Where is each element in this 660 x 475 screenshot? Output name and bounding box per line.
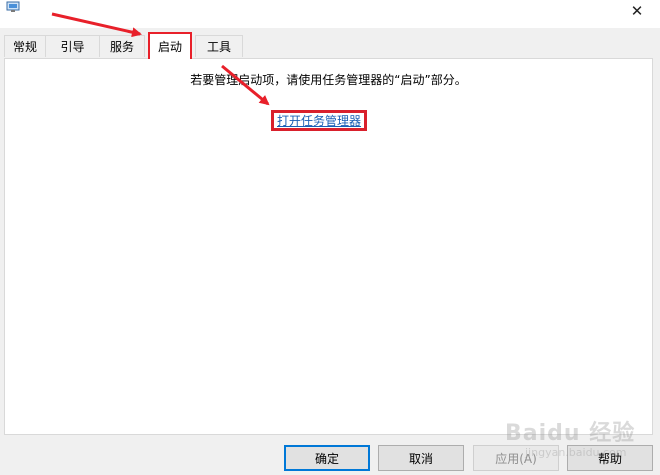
tab-label: 启动: [157, 40, 182, 54]
tab-label: 服务: [109, 40, 134, 54]
tab-services[interactable]: 服务: [99, 35, 145, 57]
title-bar: ✕: [0, 0, 660, 28]
tab-boot[interactable]: 引导: [45, 35, 100, 57]
tab-startup[interactable]: 启动: [148, 32, 192, 59]
startup-info-text: 若要管理启动项，请使用任务管理器的“启动”部分。: [190, 73, 467, 87]
apply-button[interactable]: 应用(A): [473, 445, 559, 471]
system-config-icon: [6, 1, 20, 12]
open-task-manager-link[interactable]: 打开任务管理器: [277, 112, 361, 129]
help-button[interactable]: 帮助: [567, 445, 653, 471]
ok-button[interactable]: 确定: [284, 445, 370, 471]
close-icon: ✕: [630, 2, 644, 20]
tab-general[interactable]: 常规: [4, 35, 46, 57]
dialog-button-row: 确定 取消 应用(A) 帮助: [0, 441, 660, 475]
tab-label: 工具: [206, 40, 231, 54]
tab-strip: 常规 引导 服务 启动 工具: [0, 30, 660, 59]
tab-label: 常规: [12, 40, 37, 54]
close-button[interactable]: ✕: [614, 0, 660, 22]
startup-panel: 若要管理启动项，请使用任务管理器的“启动”部分。 打开任务管理器: [4, 58, 653, 435]
task-manager-link-highlight: 打开任务管理器: [271, 110, 367, 131]
tab-label: 引导: [60, 40, 85, 54]
tab-tools[interactable]: 工具: [195, 35, 243, 57]
cancel-button[interactable]: 取消: [378, 445, 464, 471]
